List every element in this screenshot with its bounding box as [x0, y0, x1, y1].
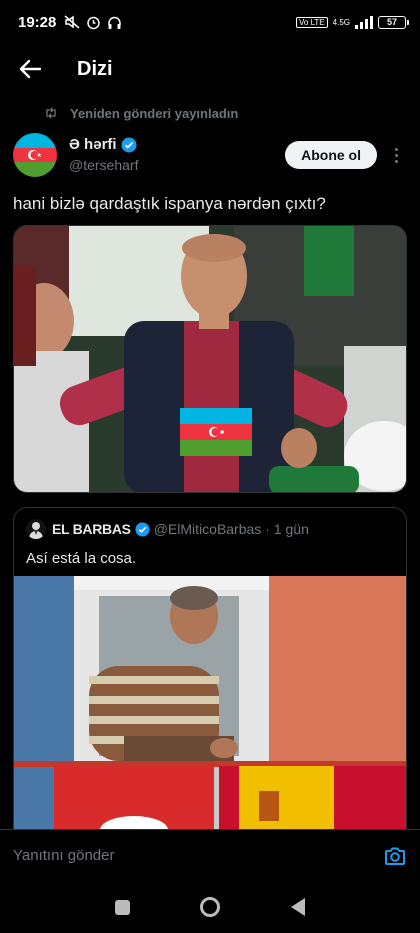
page-title: Dizi	[77, 57, 113, 80]
follow-button[interactable]: Abone ol	[285, 141, 377, 169]
quoted-avatar	[26, 519, 46, 539]
recents-button[interactable]	[115, 899, 131, 915]
camera-icon[interactable]	[383, 844, 407, 868]
more-options-icon[interactable]	[385, 147, 407, 163]
retweet-icon	[46, 107, 56, 119]
stadium-fan-photo	[14, 226, 406, 492]
mute-icon	[64, 15, 80, 29]
verified-badge-icon	[121, 137, 137, 153]
system-back-button[interactable]	[290, 898, 305, 916]
system-navbar	[0, 881, 420, 933]
azerbaijan-flag-avatar	[13, 133, 57, 177]
app-header: Dizi	[0, 44, 420, 94]
battery-icon: 57	[378, 15, 409, 29]
avatar[interactable]	[13, 133, 57, 177]
tweet-image[interactable]	[13, 225, 407, 493]
quoted-author-name: EL BARBAS	[52, 521, 131, 537]
quoted-author-handle: @ElMiticoBarbas	[153, 521, 262, 537]
verified-badge-icon	[135, 521, 150, 537]
status-bar: 19:28 Vo LTE 4.5G 57	[0, 0, 420, 44]
quoted-time: · 1 gün	[265, 521, 309, 537]
status-time: 19:28	[18, 13, 57, 31]
retweet-indicator: Yeniden gönderi yayınladın	[44, 96, 420, 130]
author-name[interactable]: Ə hərfi	[69, 135, 117, 155]
network-type: 4.5G	[332, 17, 350, 27]
quoted-image	[14, 576, 406, 829]
tweet-text: hani bizlə qardaştık ispanya nərdən çıxt…	[13, 194, 326, 213]
headset-icon	[108, 16, 122, 29]
back-button[interactable]	[0, 44, 60, 94]
volte-badge: Vo LTE	[296, 16, 328, 28]
author-handle[interactable]: @terseharf	[69, 155, 138, 175]
tweet-author: Ə hərfi @terseharf Abone ol	[0, 130, 420, 180]
home-button[interactable]	[200, 897, 221, 917]
tweet: Yeniden gönderi yayınladın Ə hərfi @ters…	[0, 96, 420, 222]
quoted-text: Así está la cosa.	[26, 550, 137, 567]
alarm-icon	[87, 16, 101, 29]
signal-icon	[355, 15, 373, 29]
retweet-label: Yeniden gönderi yayınladın	[70, 105, 239, 121]
battery-level: 57	[386, 17, 397, 27]
quoted-tweet[interactable]: EL BARBAS @ElMiticoBarbas · 1 gün Así es…	[13, 507, 407, 829]
balcony-flags-photo	[14, 576, 406, 829]
back-arrow-icon	[19, 59, 41, 79]
reply-composer[interactable]: Yanıtını gönder	[0, 829, 420, 881]
reply-input[interactable]: Yanıtını gönder	[13, 847, 114, 864]
